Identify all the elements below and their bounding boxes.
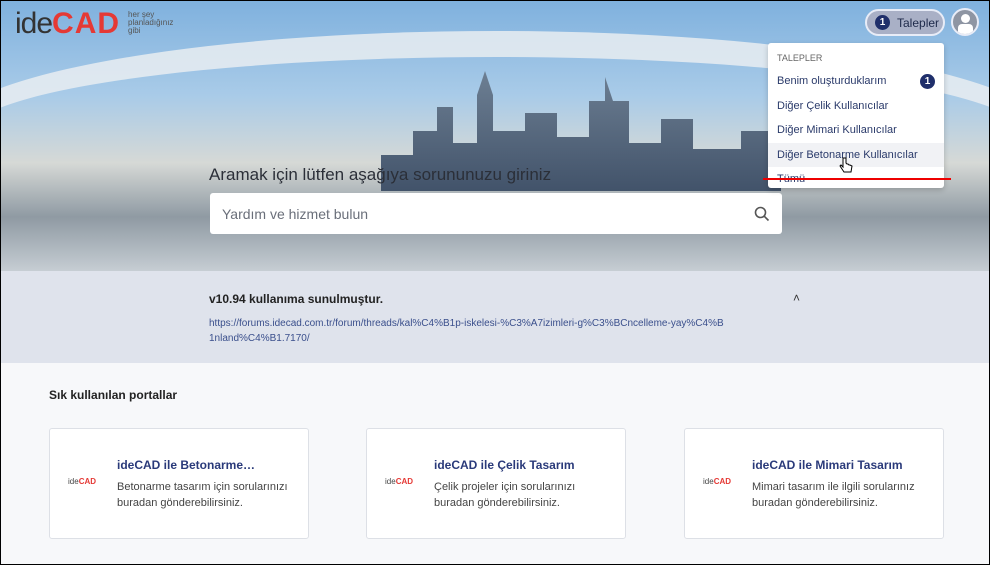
portal-title: ideCAD ile Mimari Tasarım	[752, 458, 903, 472]
portal-desc: Çelik projeler için sorularınızı buradan…	[434, 481, 576, 509]
dropdown-item-my-requests[interactable]: Benim oluşturduklarım 1	[768, 69, 944, 94]
dropdown-item-concrete-users[interactable]: Diğer Betonarme Kullanıcılar	[768, 142, 944, 167]
portal-card-steel[interactable]: ideCAD ideCAD ile Çelik Tasarım Çelik pr…	[366, 428, 626, 539]
logo-tagline: her şey planladığınız gibi	[128, 10, 174, 35]
search-placeholder: Yardım ve hizmet bulun	[222, 205, 369, 222]
portal-title: ideCAD ile Çelik Tasarım	[434, 458, 575, 472]
dropdown-item-architect-users[interactable]: Diğer Mimari Kullanıcılar	[768, 118, 944, 143]
announcement-link[interactable]: https://forums.idecad.com.tr/forum/threa…	[209, 316, 729, 346]
search-input[interactable]: Yardım ve hizmet bulun	[210, 193, 782, 234]
portal-desc: Betonarme tasarım için sorularınızı bura…	[117, 481, 288, 509]
announcement-banner: v10.94 kullanıma sunulmuştur. https://fo…	[1, 271, 989, 363]
search-icon[interactable]	[754, 206, 770, 222]
portal-logo: ideCAD	[385, 477, 414, 486]
search-title: Aramak için lütfen aşağıya sorununuzu gi…	[209, 165, 552, 184]
item-label: Diğer Mimari Kullanıcılar	[777, 124, 897, 137]
requests-button[interactable]: 1 Talepler	[865, 9, 945, 36]
requests-count-badge: 1	[875, 15, 890, 30]
collapse-chevron-icon[interactable]: ˄	[793, 291, 800, 305]
item-label: Diğer Çelik Kullanıcılar	[777, 99, 889, 112]
dropdown-item-steel-users[interactable]: Diğer Çelik Kullanıcılar	[768, 94, 944, 119]
portal-card-architecture[interactable]: ideCAD ideCAD ile Mimari Tasarım Mimari …	[684, 428, 944, 539]
red-annotation-line	[763, 178, 951, 180]
portal-title: ideCAD ile Betonarme…	[117, 458, 256, 472]
logo-ide: ide	[15, 7, 53, 40]
portal-card-concrete[interactable]: ideCAD ideCAD ile Betonarme… Betonarme t…	[49, 428, 309, 539]
dropdown-heading: TALEPLER	[777, 53, 823, 63]
requests-dropdown: TALEPLER Benim oluşturduklarım 1 Diğer Çe…	[768, 43, 944, 188]
portals-heading: Sık kullanılan portallar	[49, 388, 178, 402]
item-label: Benim oluşturduklarım	[777, 75, 887, 88]
announcement-title: v10.94 kullanıma sunulmuştur.	[209, 292, 384, 306]
portal-desc: Mimari tasarım ile ilgili sorularınız bu…	[752, 481, 915, 509]
portal-logo: ideCAD	[68, 477, 97, 486]
idecad-logo[interactable]: ide CAD her şey planladığınız gibi	[15, 7, 176, 41]
hand-cursor-icon	[839, 157, 853, 173]
requests-label: Talepler	[897, 15, 940, 30]
portal-logo: ideCAD	[703, 477, 732, 486]
my-requests-count-badge: 1	[920, 73, 935, 89]
user-avatar-icon[interactable]	[951, 8, 979, 36]
logo-cad: CAD	[52, 7, 121, 40]
